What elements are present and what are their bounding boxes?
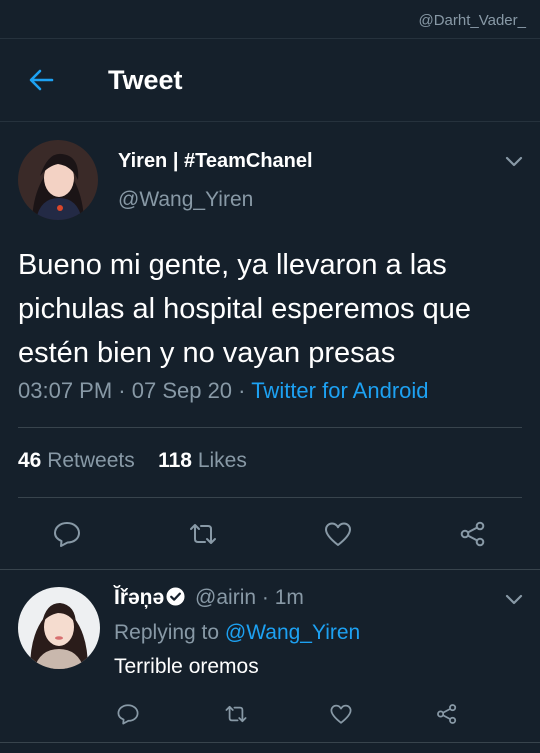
reply-icon[interactable] <box>116 702 140 726</box>
back-arrow-icon[interactable] <box>26 65 56 95</box>
divider <box>0 569 540 570</box>
tweet-source-link[interactable]: Twitter for Android <box>251 378 428 403</box>
chevron-down-icon[interactable] <box>503 588 525 610</box>
author-name[interactable]: Yiren | #TeamChanel <box>118 150 313 173</box>
author-avatar[interactable] <box>18 140 98 220</box>
replying-to-handle[interactable]: @Wang_Yiren <box>225 621 360 644</box>
chevron-down-icon[interactable] <box>503 150 525 172</box>
watermark: @Darht_Vader_ <box>418 12 526 29</box>
heart-icon[interactable] <box>323 519 353 549</box>
likes-label: Likes <box>197 449 247 472</box>
reply-header: Ĭřəņə @airin · 1m <box>114 586 304 610</box>
top-bar: Tweet <box>0 38 540 122</box>
retweets-count: 46 <box>18 449 42 472</box>
separator-dot: · <box>256 586 275 609</box>
tweet-time: 03:07 PM <box>18 378 113 403</box>
engagement-stats: 46 Retweets 118 Likes <box>18 449 247 473</box>
reply-time: 1m <box>274 586 304 609</box>
likes-count: 118 <box>158 449 192 472</box>
replying-to: Replying to @Wang_Yiren <box>114 621 360 645</box>
replying-to-label: Replying to <box>114 621 220 644</box>
heart-icon[interactable] <box>329 702 353 726</box>
divider <box>0 742 540 743</box>
verified-badge-icon <box>166 587 185 606</box>
author-handle[interactable]: @Wang_Yiren <box>118 188 253 212</box>
reply-author-avatar[interactable] <box>18 587 100 669</box>
likes-stat[interactable]: 118 Likes <box>158 449 247 472</box>
tweet-text: Bueno mi gente, ya llevaron a las pichul… <box>18 249 471 369</box>
divider <box>18 427 522 428</box>
retweets-label: Retweets <box>47 449 135 472</box>
tweet-date: 07 Sep 20 <box>131 378 233 403</box>
page-title: Tweet <box>108 65 183 95</box>
share-icon[interactable] <box>458 519 488 549</box>
reply-author-handle[interactable]: @airin <box>195 586 256 609</box>
retweets-stat[interactable]: 46 Retweets <box>18 449 135 472</box>
divider <box>18 497 522 498</box>
retweet-icon[interactable] <box>224 702 248 726</box>
tweet-meta: 03:07 PM · 07 Sep 20 · Twitter for Andro… <box>18 378 429 403</box>
reply-text: Terrible oremos <box>114 655 259 678</box>
retweet-icon[interactable] <box>188 519 218 549</box>
reply-icon[interactable] <box>52 519 82 549</box>
share-icon[interactable] <box>435 702 459 726</box>
reply-author-name[interactable]: Ĭřəņə <box>114 586 164 609</box>
